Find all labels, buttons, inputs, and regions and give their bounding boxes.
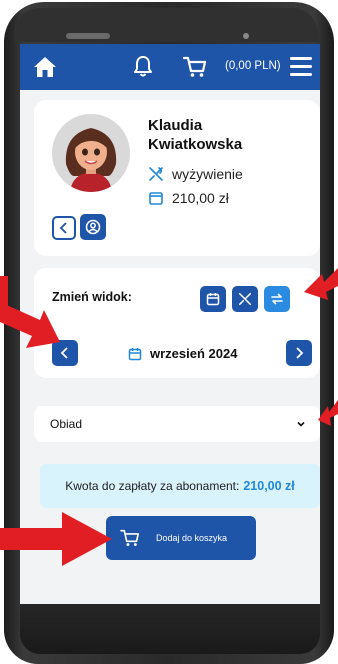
- swap-arrows-icon: [271, 293, 283, 305]
- user-first-name: Klaudia: [148, 117, 203, 134]
- balance-row: 210,00 zł: [148, 190, 229, 206]
- switch-view-button[interactable]: [264, 286, 290, 312]
- back-button[interactable]: [52, 216, 76, 240]
- user-circle-icon: [85, 219, 101, 235]
- meal-type-selected: Obiad: [50, 417, 83, 431]
- add-to-cart-button[interactable]: Dodaj do koszyka: [106, 516, 256, 560]
- add-to-cart-label: Dodaj do koszyka: [156, 533, 228, 543]
- avatar: [52, 114, 130, 192]
- profile-button[interactable]: [80, 214, 106, 240]
- cart-icon[interactable]: [183, 56, 207, 78]
- meal-plan-label: wyżywienie: [172, 166, 243, 182]
- meal-view-button[interactable]: [232, 286, 258, 312]
- phone-camera: [243, 33, 249, 39]
- payment-label: Kwota do zapłaty za abonament:: [65, 479, 240, 493]
- arrow-pointer-icon: [0, 512, 112, 566]
- user-last-name: Kwiatkowska: [148, 136, 243, 153]
- payment-amount: 210,00 zł: [243, 479, 295, 493]
- top-bar: (0,00 PLN): [20, 44, 320, 90]
- current-month: wrzesień 2024: [128, 346, 237, 361]
- cart-icon: [120, 529, 139, 547]
- meal-type-select[interactable]: Obiad: [34, 406, 320, 442]
- wallet-icon: [149, 192, 163, 205]
- chevron-down-icon: [297, 421, 305, 427]
- current-month-label: wrzesień 2024: [150, 346, 238, 361]
- calendar-icon: [128, 347, 142, 360]
- view-switch-card: Zmień widok: wrzesień 2024: [34, 268, 320, 378]
- chevron-left-icon: [59, 222, 67, 234]
- calendar-view-button[interactable]: [200, 286, 226, 312]
- arrow-pointer-icon: [304, 268, 338, 300]
- phone-chin: [20, 604, 320, 654]
- meal-plan-row: wyżywienie: [148, 166, 243, 182]
- phone-top-bezel: [14, 8, 318, 42]
- utensils-crossed-icon: [149, 167, 163, 181]
- payment-summary: Kwota do zapłaty za abonament: 210,00 zł: [40, 464, 320, 508]
- arrow-pointer-icon: [0, 302, 60, 348]
- home-icon[interactable]: [32, 55, 58, 79]
- arrow-pointer-icon: [318, 400, 338, 426]
- utensils-crossed-icon: [238, 292, 252, 306]
- phone-speaker: [66, 33, 110, 39]
- next-month-button[interactable]: [286, 340, 312, 366]
- cart-amount[interactable]: (0,00 PLN): [225, 60, 281, 72]
- balance-value: 210,00 zł: [172, 190, 229, 206]
- chevron-right-icon: [296, 347, 304, 359]
- calendar-icon: [206, 293, 220, 306]
- profile-card: Klaudia Kwiatkowska wyżywienie 210,00 zł: [34, 100, 320, 256]
- hamburger-menu-icon[interactable]: [290, 57, 312, 77]
- bell-icon[interactable]: [132, 54, 154, 78]
- user-name: Klaudia Kwiatkowska: [148, 116, 242, 154]
